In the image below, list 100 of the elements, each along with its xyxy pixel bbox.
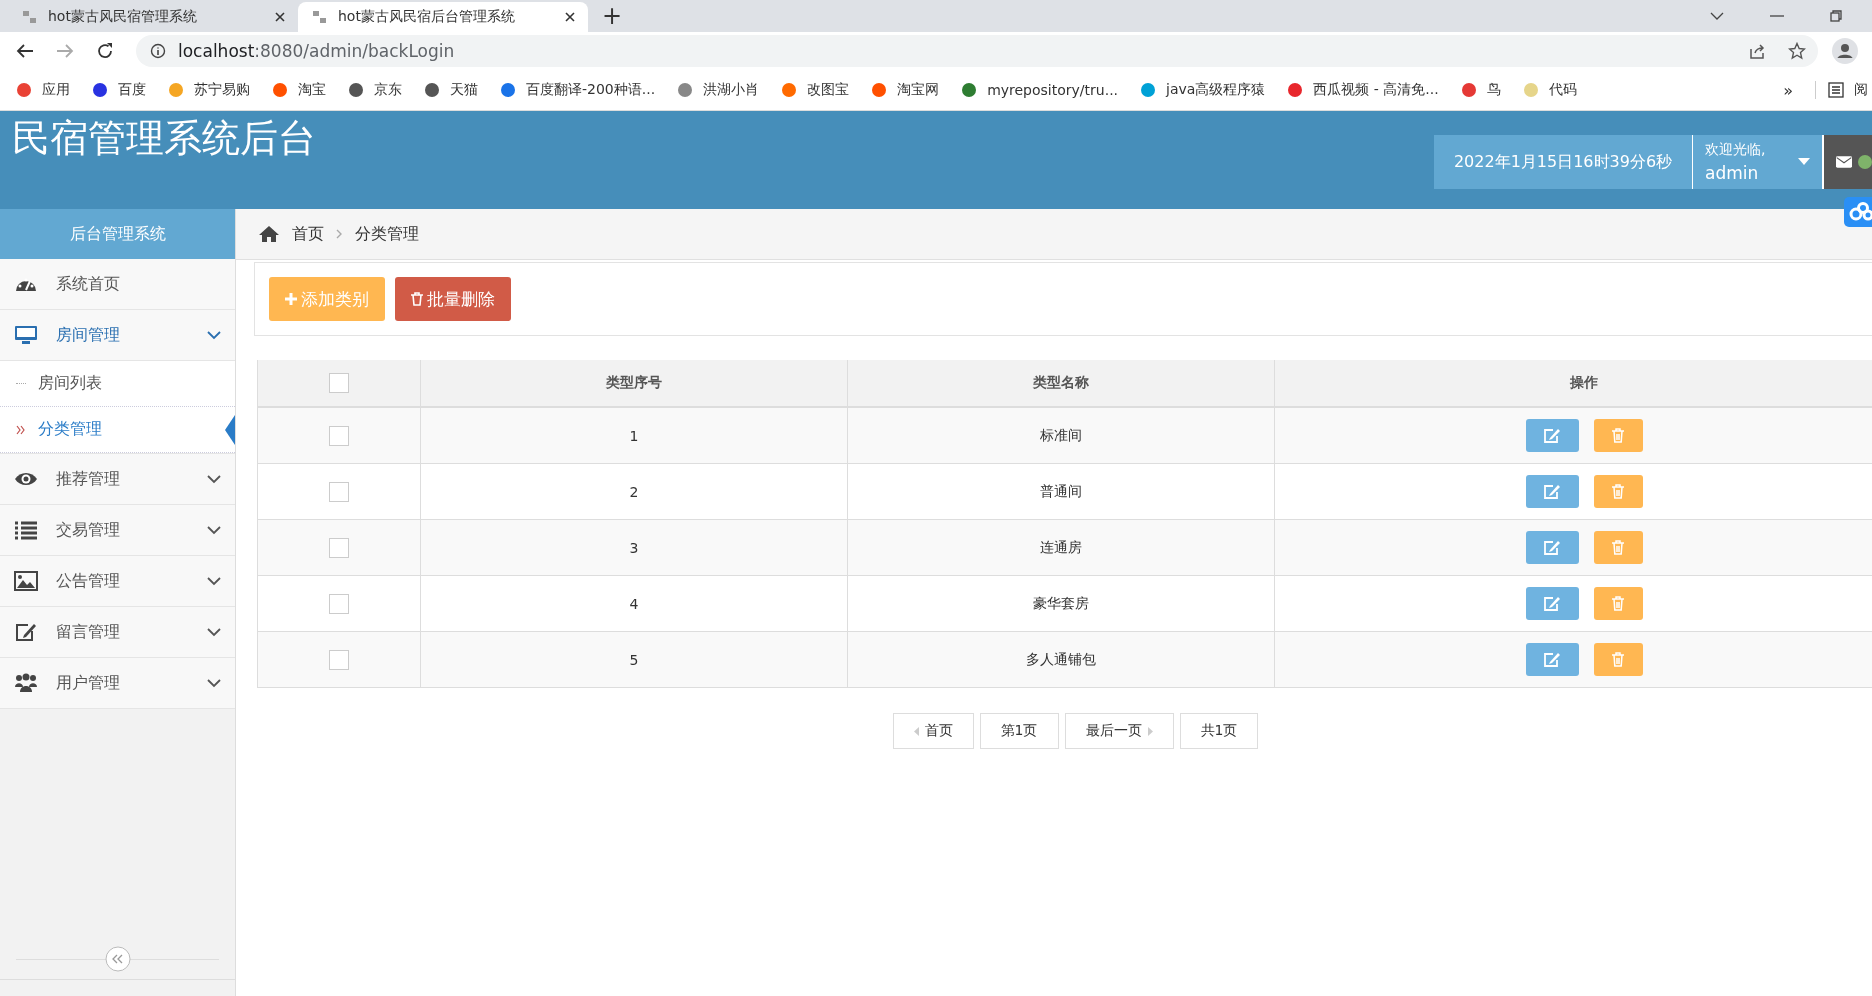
bookmark[interactable]: 百度翻译-200种语... (500, 81, 656, 99)
bookmark[interactable]: 西瓜视频 - 高清免... (1287, 81, 1439, 99)
bookmark[interactable]: java高级程序猿 (1140, 81, 1266, 99)
browser-tab[interactable]: hot蒙古风民宿后台管理系统 (298, 2, 588, 32)
star-icon[interactable] (1788, 42, 1806, 60)
mail-icon (1836, 154, 1852, 170)
breadcrumb-link[interactable]: 首页 (292, 223, 324, 245)
page-count: 共1页 (1179, 713, 1259, 749)
edit-icon (1543, 595, 1561, 612)
bookmark[interactable]: 洪湖小肖 (677, 81, 760, 99)
table-cell: 2 (629, 483, 639, 500)
bookmark[interactable]: 代码 (1522, 81, 1577, 99)
current-page-button[interactable]: 第1页 (979, 713, 1059, 749)
table-cell: 豪华套房 (1033, 594, 1089, 611)
back-icon[interactable] (16, 43, 34, 59)
column-header: 类型序号 (606, 374, 662, 390)
table-cell: 普通间 (1040, 482, 1082, 499)
submenu-item[interactable]: 房间列表 (0, 361, 235, 407)
menu-item[interactable]: 留言管理 (0, 607, 235, 658)
mail-button[interactable] (1822, 135, 1872, 189)
trash-icon (1612, 652, 1624, 667)
menu-item[interactable]: 房间管理 (0, 310, 235, 361)
home-icon[interactable] (258, 225, 280, 243)
row-checkbox[interactable] (329, 593, 349, 614)
list-icon (14, 520, 38, 540)
users-icon (14, 673, 38, 693)
delete-button[interactable] (1593, 475, 1643, 508)
menu-item[interactable]: 交易管理 (0, 505, 235, 556)
caret-down-icon (1798, 158, 1810, 166)
active-pointer-icon (225, 415, 235, 445)
bookmark[interactable]: 鸟 (1460, 81, 1501, 99)
row-checkbox[interactable] (329, 649, 349, 670)
new-tab-button[interactable]: + (602, 2, 623, 30)
trash-icon (1612, 596, 1624, 611)
minimize-icon[interactable] (1770, 14, 1784, 18)
row-checkbox[interactable] (329, 537, 349, 558)
table-cell: 3 (629, 539, 639, 556)
edit-button[interactable] (1525, 419, 1579, 452)
edit-button[interactable] (1525, 475, 1579, 508)
list-icon (1828, 82, 1844, 98)
browser-tab[interactable]: hot蒙古风民宿管理系统 (8, 2, 298, 32)
restore-icon[interactable] (1830, 10, 1842, 22)
menu-item[interactable]: 推荐管理 (0, 454, 235, 505)
bookmark[interactable]: 百度 (92, 81, 146, 99)
bookmark[interactable]: 淘宝 (272, 81, 326, 99)
cloud-badge-icon[interactable] (1844, 197, 1872, 227)
more-bookmarks-button[interactable]: » (1783, 80, 1793, 100)
favicon-icon (22, 10, 38, 24)
table-cell: 5 (629, 651, 639, 668)
edit-button[interactable] (1525, 587, 1579, 620)
batch-delete-button[interactable]: 批量删除 (395, 277, 511, 321)
caret-icon[interactable] (1710, 11, 1724, 21)
table-cell: 连通房 (1040, 538, 1082, 555)
menu-item[interactable]: 公告管理 (0, 556, 235, 607)
chevron-down-icon (207, 525, 221, 535)
select-all-checkbox[interactable] (329, 373, 349, 393)
reload-icon[interactable] (96, 42, 114, 60)
chevron-down-icon (207, 330, 221, 340)
submenu-item[interactable]: 分类管理 (0, 407, 235, 453)
share-icon[interactable] (1748, 42, 1766, 60)
close-icon[interactable] (564, 11, 576, 23)
image-icon (14, 571, 38, 591)
bookmark[interactable]: 京东 (348, 81, 402, 99)
edit-icon (1543, 427, 1561, 444)
reading-list-button[interactable]: 阅 (1815, 81, 1868, 99)
table-cell: 标准间 (1040, 426, 1082, 443)
first-page-button[interactable]: 首页 (892, 713, 974, 749)
edit-button[interactable] (1525, 643, 1579, 676)
collapse-icon[interactable] (104, 946, 131, 972)
bookmark[interactable]: 应用 (16, 81, 70, 99)
address-field[interactable]: localhost:8080/admin/backLogin (136, 35, 1818, 67)
delete-button[interactable] (1593, 587, 1643, 620)
bookmark[interactable]: 改图宝 (781, 81, 850, 99)
profile-icon[interactable] (1832, 38, 1858, 64)
close-icon[interactable] (274, 11, 286, 23)
row-checkbox[interactable] (329, 425, 349, 446)
forward-icon[interactable] (56, 43, 74, 59)
table-cell: 4 (629, 595, 639, 612)
table-cell: 多人通铺包 (1026, 650, 1096, 667)
delete-button[interactable] (1593, 419, 1643, 452)
caret-right-icon (1147, 726, 1153, 736)
menu-item[interactable]: 系统首页 (0, 259, 235, 310)
breadcrumb-current: 分类管理 (355, 223, 419, 245)
table-cell: 1 (629, 427, 639, 444)
trash-icon (1612, 484, 1624, 499)
sidebar-title: 后台管理系统 (0, 209, 235, 259)
edit-button[interactable] (1525, 531, 1579, 564)
bookmark[interactable]: myrepository/tru... (961, 82, 1119, 98)
double-chevron-icon (16, 424, 26, 435)
menu-item[interactable]: 用户管理 (0, 658, 235, 709)
delete-button[interactable] (1593, 531, 1643, 564)
edit-icon (14, 622, 38, 642)
bookmark[interactable]: 淘宝网 (871, 81, 940, 99)
delete-button[interactable] (1593, 643, 1643, 676)
edit-icon (1543, 651, 1561, 668)
bookmark[interactable]: 天猫 (424, 81, 478, 99)
row-checkbox[interactable] (329, 481, 349, 502)
bookmark[interactable]: 苏宁易购 (168, 81, 250, 99)
last-page-button[interactable]: 最后一页 (1064, 713, 1174, 749)
column-header: 操作 (1570, 374, 1598, 390)
